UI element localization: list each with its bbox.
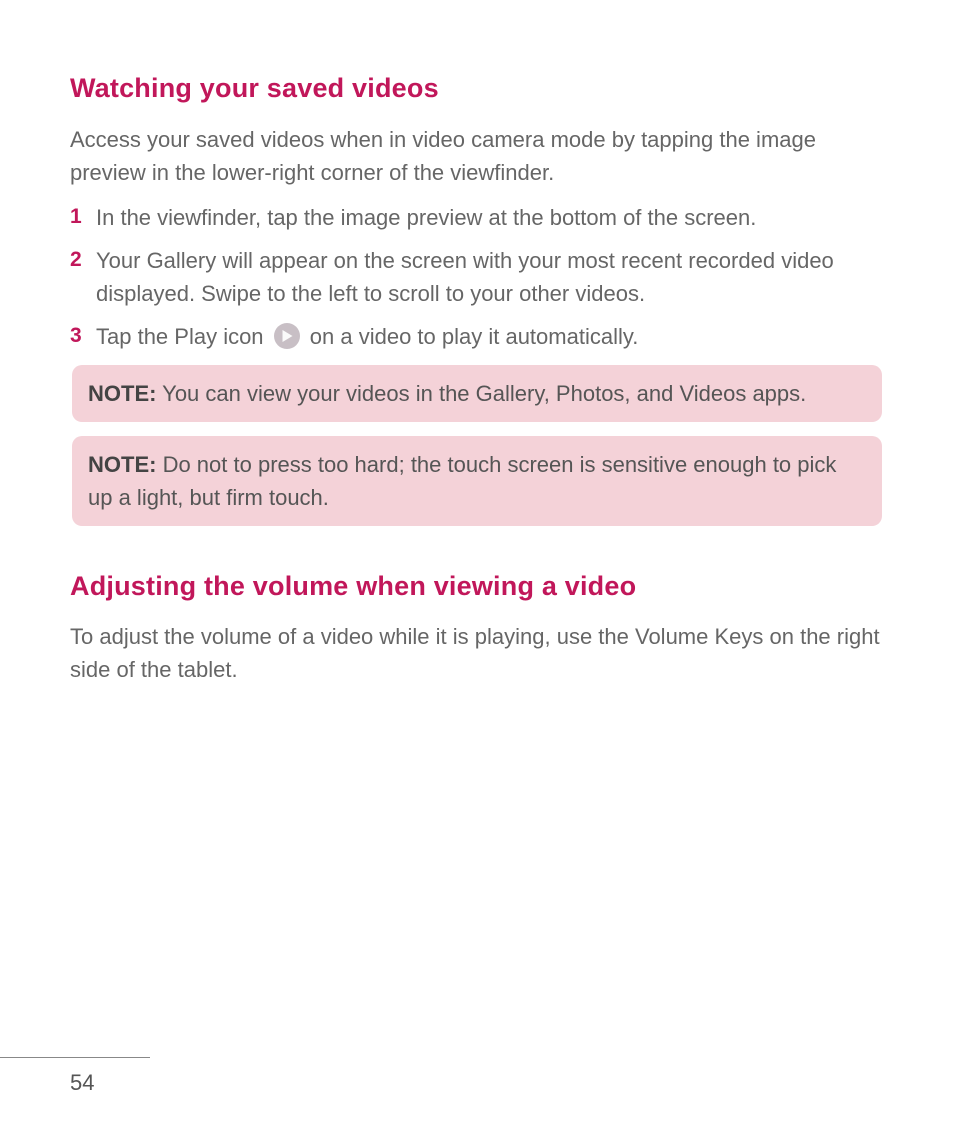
step-text-before: Tap the Play icon <box>96 324 270 349</box>
note-box: NOTE: Do not to press too hard; the touc… <box>72 436 882 526</box>
step-text: Tap the Play icon on a video to play it … <box>96 320 884 353</box>
page-number: 54 <box>0 1057 150 1099</box>
step-number: 3 <box>70 320 96 352</box>
note-label: NOTE: <box>88 452 156 477</box>
steps-list: 1 In the viewfinder, tap the image previ… <box>70 201 884 353</box>
step-item: 1 In the viewfinder, tap the image previ… <box>70 201 884 234</box>
note-box: NOTE: You can view your videos in the Ga… <box>72 365 882 422</box>
step-item: 3 Tap the Play icon on a video to play i… <box>70 320 884 353</box>
heading-watching-saved-videos: Watching your saved videos <box>70 68 884 109</box>
intro-paragraph: To adjust the volume of a video while it… <box>70 620 884 686</box>
step-text: In the viewfinder, tap the image preview… <box>96 201 884 234</box>
step-item: 2 Your Gallery will appear on the screen… <box>70 244 884 310</box>
step-number: 2 <box>70 244 96 276</box>
heading-adjusting-volume: Adjusting the volume when viewing a vide… <box>70 566 884 607</box>
step-text-after: on a video to play it automatically. <box>304 324 639 349</box>
play-icon <box>274 323 300 349</box>
step-number: 1 <box>70 201 96 233</box>
step-text: Your Gallery will appear on the screen w… <box>96 244 884 310</box>
note-label: NOTE: <box>88 381 156 406</box>
note-text: You can view your videos in the Gallery,… <box>156 381 806 406</box>
note-text: Do not to press too hard; the touch scre… <box>88 452 836 510</box>
intro-paragraph: Access your saved videos when in video c… <box>70 123 884 189</box>
